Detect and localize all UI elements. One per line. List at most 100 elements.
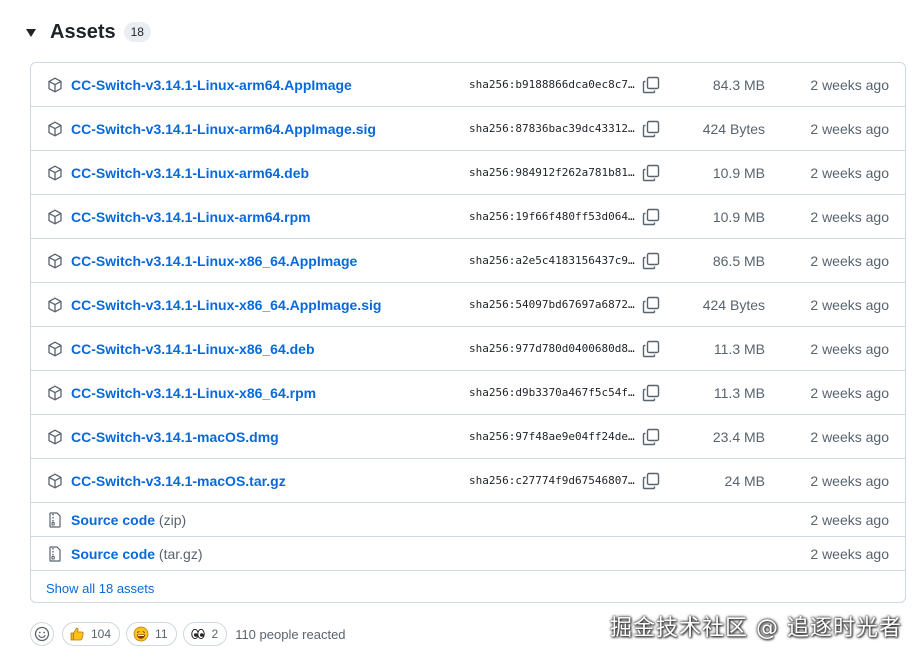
asset-link[interactable]: CC-Switch-v3.14.1-Linux-arm64.AppImage (71, 77, 352, 93)
watermark: 掘金技术社区 @ 追逐时光者 (610, 616, 902, 641)
source-time: 2 weeks ago (810, 511, 889, 528)
asset-row: CC-Switch-v3.14.1-macOS.dmg sha256:97f48… (31, 415, 905, 459)
asset-link[interactable]: CC-Switch-v3.14.1-macOS.tar.gz (71, 473, 286, 489)
source-code-row: Source code (tar.gz) 2 weeks ago (31, 537, 905, 571)
show-all-assets-link[interactable]: Show all 18 assets (31, 571, 905, 602)
package-icon (47, 473, 63, 489)
copy-icon[interactable] (642, 384, 660, 402)
asset-sha256: sha256:97f48ae9e04ff24de… (469, 430, 635, 443)
asset-size: 23.4 MB (712, 428, 765, 445)
copy-icon[interactable] (642, 252, 660, 270)
asset-row: CC-Switch-v3.14.1-Linux-x86_64.rpm sha25… (31, 371, 905, 415)
copy-icon[interactable] (642, 296, 660, 314)
source-time: 2 weeks ago (810, 545, 889, 562)
source-code-label: Source code (71, 545, 156, 562)
asset-sha256: sha256:c27774f9d67546807… (469, 474, 635, 487)
asset-size: 24 MB (724, 472, 765, 489)
thumbs-up-icon (69, 626, 85, 642)
reaction-laugh[interactable]: 11 (126, 622, 177, 646)
copy-icon[interactable] (642, 164, 660, 182)
assets-count-badge: 18 (123, 22, 151, 42)
package-icon (47, 121, 63, 137)
package-icon (47, 165, 63, 181)
asset-time: 2 weeks ago (810, 252, 889, 269)
source-code-ext: (zip) (158, 511, 187, 528)
asset-row: CC-Switch-v3.14.1-Linux-x86_64.AppImage.… (31, 283, 905, 327)
asset-row: CC-Switch-v3.14.1-macOS.tar.gz sha256:c2… (31, 459, 905, 503)
asset-link[interactable]: CC-Switch-v3.14.1-Linux-arm64.deb (71, 165, 309, 181)
package-icon (47, 385, 63, 401)
copy-icon[interactable] (642, 120, 660, 138)
asset-time: 2 weeks ago (810, 296, 889, 313)
assets-list: CC-Switch-v3.14.1-Linux-arm64.AppImage s… (30, 62, 906, 603)
copy-icon[interactable] (642, 428, 660, 446)
package-icon (47, 297, 63, 313)
asset-size: 11.3 MB (713, 384, 765, 401)
copy-icon[interactable] (642, 208, 660, 226)
asset-row: CC-Switch-v3.14.1-Linux-x86_64.deb sha25… (31, 327, 905, 371)
source-code-label: Source code (71, 511, 156, 528)
asset-time: 2 weeks ago (810, 76, 889, 93)
caret-down-icon[interactable] (26, 29, 36, 37)
asset-sha256: sha256:54097bd67697a6872… (469, 298, 635, 311)
asset-time: 2 weeks ago (810, 120, 889, 137)
asset-link[interactable]: CC-Switch-v3.14.1-macOS.dmg (71, 429, 279, 445)
asset-sha256: sha256:977d780d0400680d8… (469, 342, 635, 355)
reactions-summary: 110 people reacted (235, 626, 346, 642)
reaction-count: 11 (155, 627, 168, 641)
assets-title: Assets (50, 20, 116, 43)
asset-time: 2 weeks ago (810, 340, 889, 357)
package-icon (47, 209, 63, 225)
asset-size: 424 Bytes (702, 120, 765, 137)
package-icon (47, 429, 63, 445)
reaction-eyes[interactable]: 2 (182, 622, 228, 646)
asset-link[interactable]: CC-Switch-v3.14.1-Linux-x86_64.rpm (71, 385, 316, 401)
asset-sha256: sha256:19f66f480ff53d064… (469, 210, 635, 223)
copy-icon[interactable] (642, 76, 660, 94)
asset-time: 2 weeks ago (810, 164, 889, 181)
eyes-icon (190, 626, 206, 642)
asset-link[interactable]: CC-Switch-v3.14.1-Linux-x86_64.deb (71, 341, 315, 357)
copy-icon[interactable] (642, 472, 660, 490)
reaction-thumbs-up[interactable]: 104 (62, 622, 121, 646)
asset-size: 10.9 MB (712, 164, 765, 181)
asset-link[interactable]: CC-Switch-v3.14.1-Linux-arm64.AppImage.s… (71, 121, 376, 137)
assets-header[interactable]: Assets 18 (26, 18, 151, 46)
reactions-bar: 104 11 2 110 people reacted (30, 621, 346, 647)
smiley-icon (34, 626, 50, 642)
package-icon (47, 341, 63, 357)
asset-row: CC-Switch-v3.14.1-Linux-arm64.AppImage.s… (31, 107, 905, 151)
asset-row: CC-Switch-v3.14.1-Linux-arm64.deb sha256… (31, 151, 905, 195)
asset-link[interactable]: CC-Switch-v3.14.1-Linux-x86_64.AppImage (71, 253, 357, 269)
asset-row: CC-Switch-v3.14.1-Linux-arm64.rpm sha256… (31, 195, 905, 239)
copy-icon[interactable] (642, 340, 660, 358)
file-zip-icon (47, 545, 63, 562)
reaction-count: 104 (91, 627, 112, 641)
asset-sha256: sha256:984912f262a781b81… (469, 166, 635, 179)
source-code-targz-link[interactable]: Source code (tar.gz) (71, 546, 203, 562)
package-icon (47, 253, 63, 269)
asset-sha256: sha256:a2e5c4183156437c9… (469, 254, 635, 267)
source-code-zip-link[interactable]: Source code (zip) (71, 512, 186, 528)
asset-sha256: sha256:87836bac39dc43312… (469, 122, 635, 135)
laugh-icon (133, 626, 149, 642)
source-code-ext: (tar.gz) (158, 545, 203, 562)
asset-row: CC-Switch-v3.14.1-Linux-x86_64.AppImage … (31, 239, 905, 283)
asset-link[interactable]: CC-Switch-v3.14.1-Linux-arm64.rpm (71, 209, 311, 225)
asset-size: 10.9 MB (712, 208, 765, 225)
asset-size: 424 Bytes (702, 296, 765, 313)
asset-size: 84.3 MB (712, 76, 765, 93)
asset-time: 2 weeks ago (810, 472, 889, 489)
asset-time: 2 weeks ago (810, 208, 889, 225)
asset-size: 11.3 MB (713, 340, 765, 357)
package-icon (47, 77, 63, 93)
add-reaction-button[interactable] (30, 622, 54, 646)
file-zip-icon (47, 511, 63, 528)
reaction-count: 2 (211, 627, 219, 641)
asset-size: 86.5 MB (712, 252, 765, 269)
asset-time: 2 weeks ago (810, 384, 889, 401)
asset-row: CC-Switch-v3.14.1-Linux-arm64.AppImage s… (31, 63, 905, 107)
asset-time: 2 weeks ago (810, 428, 889, 445)
asset-sha256: sha256:b9188866dca0ec8c7… (469, 78, 635, 91)
asset-link[interactable]: CC-Switch-v3.14.1-Linux-x86_64.AppImage.… (71, 297, 381, 313)
